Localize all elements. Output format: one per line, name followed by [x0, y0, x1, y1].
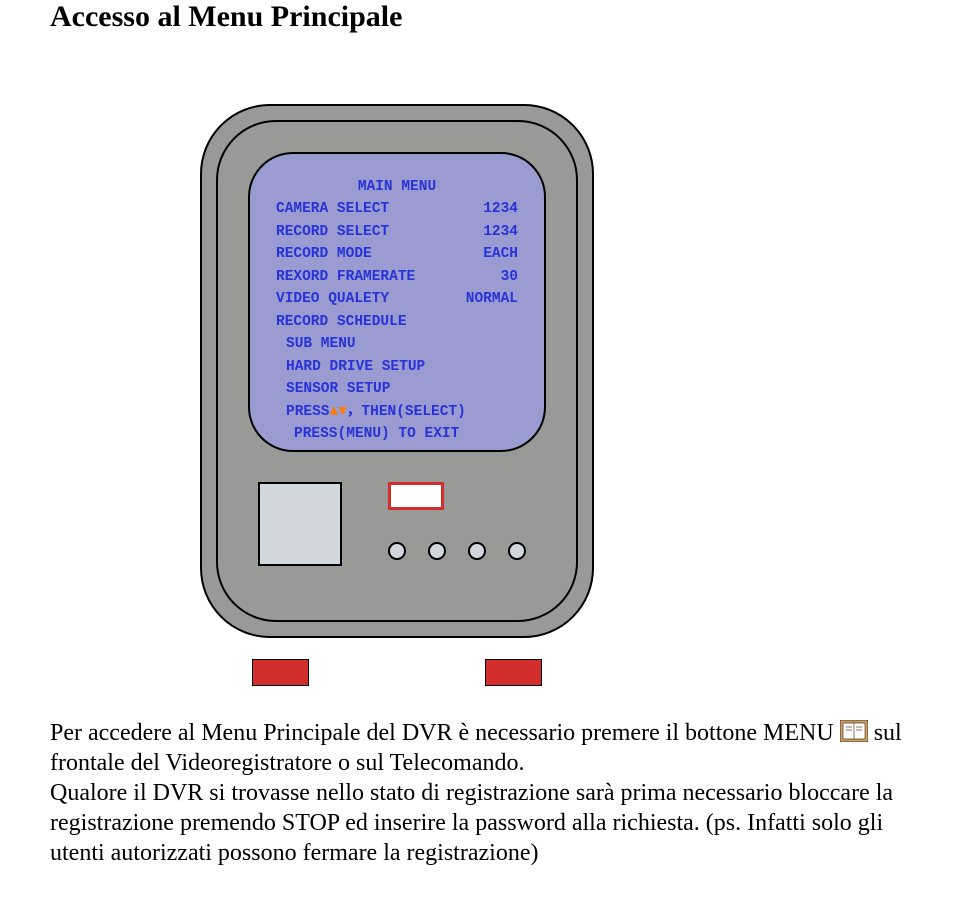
paragraph-text: Qualore il DVR si trovasse nello stato d… — [50, 780, 893, 866]
body-text: Per accedere al Menu Principale del DVR … — [50, 718, 910, 868]
page-title: Accesso al Menu Principale — [50, 0, 910, 34]
monitor-illustration: MAIN MENU CAMERA SELECT1234 RECORD SELEC… — [200, 104, 640, 638]
menu-press-line: PRESS▲▼，THEN(SELECT) — [276, 401, 518, 423]
menu-sub-item: SUB MENU — [276, 333, 518, 355]
device-panel — [248, 472, 546, 592]
menu-exit-line: PRESS(MENU) TO EXIT — [276, 423, 518, 445]
menu-row: VIDEO QUALETYNORMAL — [276, 288, 518, 310]
orange-arrow-icon: ▼ — [338, 404, 347, 420]
orange-arrow-icon: ▲ — [330, 404, 339, 420]
device-button-icon — [468, 542, 486, 560]
menu-row: REXORD FRAMERATE30 — [276, 266, 518, 288]
menu-row: CAMERA SELECT1234 — [276, 198, 518, 220]
paragraph-text: Per accedere al Menu Principale del DVR … — [50, 720, 840, 746]
menu-book-icon — [840, 720, 868, 742]
menu-sub-item: SENSOR SETUP — [276, 378, 518, 400]
menu-row: RECORD SELECT1234 — [276, 221, 518, 243]
dvr-screen: MAIN MENU CAMERA SELECT1234 RECORD SELEC… — [248, 152, 546, 452]
device-button-icon — [428, 542, 446, 560]
device-foot — [485, 659, 542, 686]
menu-row: RECORD MODEEACH — [276, 243, 518, 265]
screen-heading: MAIN MENU — [276, 176, 518, 198]
menu-row: RECORD SCHEDULE — [276, 311, 518, 333]
device-button-icon — [388, 542, 406, 560]
device-slot — [388, 482, 444, 510]
device-small-screen — [258, 482, 342, 566]
device-foot — [252, 659, 309, 686]
menu-sub-item: HARD DRIVE SETUP — [276, 356, 518, 378]
device-button-icon — [508, 542, 526, 560]
